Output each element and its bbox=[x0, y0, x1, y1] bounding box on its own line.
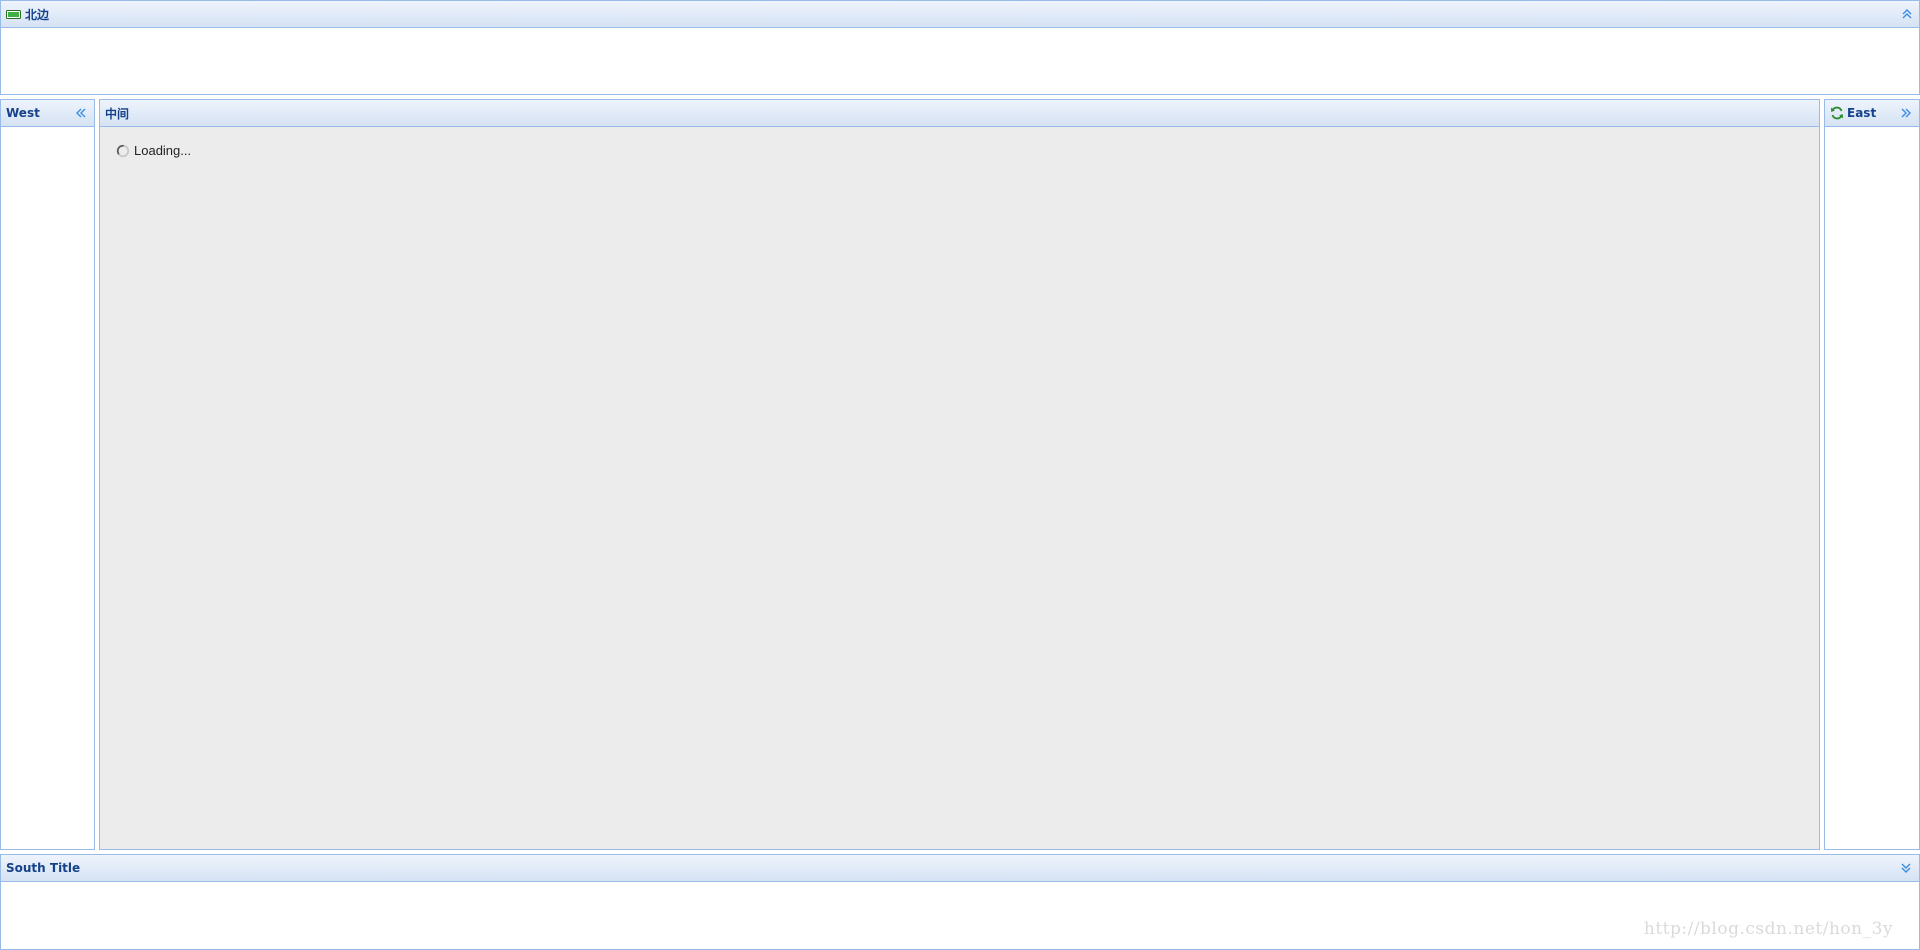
collapse-down-icon[interactable] bbox=[1898, 860, 1914, 876]
loading-text: Loading... bbox=[134, 143, 192, 158]
north-panel-title: 北边 bbox=[25, 7, 50, 22]
center-panel-body: Loading... bbox=[100, 127, 1819, 849]
loading-indicator: Loading... bbox=[116, 143, 191, 158]
south-panel-body: http://blog.csdn.net/hon_3y bbox=[1, 882, 1919, 949]
refresh-icon bbox=[1830, 106, 1844, 120]
west-panel-body bbox=[1, 127, 94, 849]
center-panel-title: 中间 bbox=[105, 106, 130, 121]
center-panel: 中间 Loading... bbox=[99, 99, 1820, 850]
west-panel-title: West bbox=[6, 106, 40, 120]
center-panel-header: 中间 bbox=[100, 100, 1819, 127]
collapse-left-icon[interactable] bbox=[73, 105, 89, 121]
collapse-up-icon[interactable] bbox=[1899, 6, 1915, 22]
spinner-icon bbox=[116, 144, 130, 157]
south-panel-header: South Title bbox=[1, 855, 1919, 882]
north-panel-header: 北边 bbox=[1, 1, 1919, 28]
north-panel-body bbox=[1, 28, 1919, 94]
watermark-text: http://blog.csdn.net/hon_3y bbox=[1643, 919, 1893, 939]
south-panel: South Title http://blog.csdn.net/hon_3y bbox=[0, 854, 1920, 950]
east-panel-title: East bbox=[1847, 106, 1877, 120]
east-panel: East bbox=[1824, 99, 1920, 850]
north-panel: 北边 bbox=[0, 0, 1920, 95]
south-panel-title: South Title bbox=[6, 861, 81, 875]
collapse-right-icon[interactable] bbox=[1898, 105, 1914, 121]
battery-icon bbox=[6, 9, 22, 20]
west-panel: West bbox=[0, 99, 95, 850]
east-panel-body bbox=[1825, 127, 1919, 849]
